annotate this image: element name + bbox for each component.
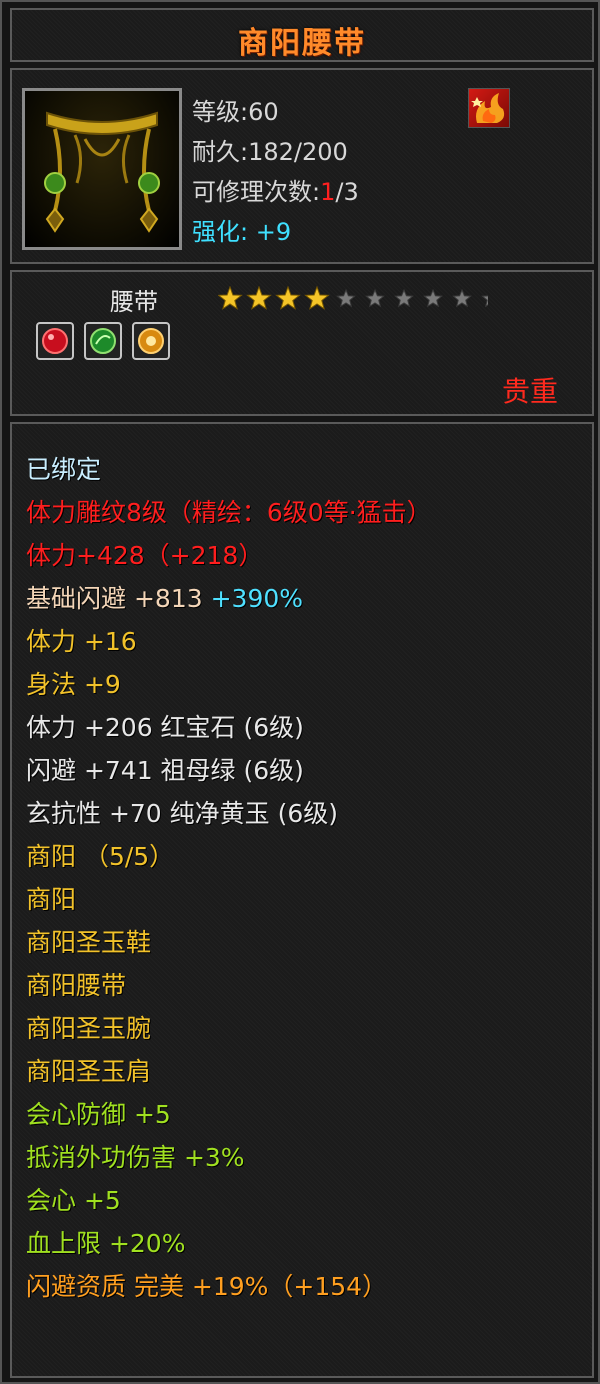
base-dodge-name: 基础闪避: [26, 584, 127, 613]
set-item: 商阳腰带: [26, 971, 127, 1000]
repair-suffix: /3: [335, 178, 359, 206]
star-empty-icon: [423, 288, 443, 308]
aptitude-line: 闪避资质 完美 +19%（+154）: [26, 1272, 388, 1301]
attributes-panel: 已绑定 体力雕纹8级（精绘：6级0等·猛击） 体力+428（+218） 基础闪避…: [10, 422, 594, 1378]
type-panel: 腰带 贵重: [10, 270, 594, 416]
star-empty-icon: [365, 288, 385, 308]
rarity-label: 贵重: [501, 375, 558, 408]
engraving-value-line: 体力+428（+218）: [26, 541, 264, 570]
stat-line: 身法 +9: [26, 670, 121, 699]
repair-prefix: 可修理次数:: [192, 178, 321, 206]
star-empty-icon: [452, 288, 472, 308]
star-empty-icon: [481, 288, 501, 308]
set-item: 商阳圣玉腕: [26, 1014, 152, 1043]
gem-line: 玄抗性 +70 纯净黄玉 (6级): [26, 799, 339, 828]
engraving-line: 体力雕纹8级（精绘：6级0等·猛击）: [26, 498, 432, 527]
green-gem-icon[interactable]: [84, 322, 122, 360]
set-bonus: 会心防御 +5: [26, 1100, 171, 1129]
set-item: 商阳: [26, 885, 77, 914]
set-bonus: 血上限 +20%: [26, 1229, 186, 1258]
repair-current: 1: [320, 178, 336, 206]
bound-status: 已绑定: [26, 455, 102, 484]
level-stat: 等级:60: [192, 98, 279, 126]
base-dodge-bonus: +390%: [210, 584, 304, 613]
durability-stat: 耐久:182/200: [192, 138, 348, 166]
star-filled-icon: [246, 285, 272, 310]
item-title: 商阳腰带: [238, 26, 366, 61]
star-rating: [217, 285, 501, 312]
set-title: 商阳 （5/5）: [26, 842, 175, 871]
set-item: 商阳圣玉肩: [26, 1057, 152, 1086]
gem-line: 体力 +206 红宝石 (6级): [26, 713, 304, 742]
star-filled-icon: [304, 285, 330, 310]
title-bar: 商阳腰带: [10, 8, 594, 62]
stat-line: 体力 +16: [26, 627, 137, 656]
set-bonus: 会心 +5: [26, 1186, 121, 1215]
flame-emblem-icon: [468, 88, 510, 128]
star-empty-icon: [336, 288, 356, 308]
gem-line: 闪避 +741 祖母绿 (6级): [26, 756, 304, 785]
red-gem-icon[interactable]: [36, 322, 74, 360]
base-dodge-line: 基础闪避 +813 +390%: [26, 579, 303, 615]
set-bonus: 抵消外功伤害 +3%: [26, 1143, 245, 1172]
item-info-panel: 等级:60 耐久:182/200 可修理次数:1/3 强化: +9: [10, 68, 594, 264]
star-filled-icon: [275, 285, 301, 310]
base-dodge-value: +813: [133, 584, 203, 613]
item-type-label: 腰带: [110, 288, 158, 316]
star-empty-icon: [394, 288, 414, 308]
strengthen-stat: 强化: +9: [192, 218, 292, 246]
star-filled-icon: [217, 285, 243, 310]
item-tooltip: 商阳腰带 等级:60 耐久:182/200 可修理次数:1/3 强化: +9 腰…: [0, 0, 600, 1384]
repair-count-stat: 可修理次数:1/3: [192, 172, 359, 207]
yellow-gem-icon[interactable]: [132, 322, 170, 360]
set-item: 商阳圣玉鞋: [26, 928, 152, 957]
belt-icon: [22, 88, 182, 250]
